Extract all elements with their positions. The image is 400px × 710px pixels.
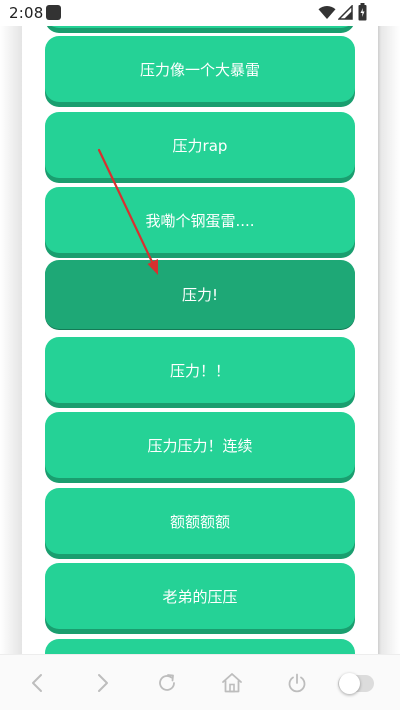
- home-button[interactable]: [216, 667, 248, 699]
- sound-button-list: 压力像一个大暴雷 压力rap 我嘞个钢蛋雷.... 压力! 压力！！ 压力压力！…: [22, 26, 381, 654]
- refresh-icon: [159, 674, 175, 691]
- home-icon: [222, 673, 242, 693]
- sound-button-7[interactable]: 额额额额: [45, 488, 355, 554]
- content-area[interactable]: 压力像一个大暴雷 压力rap 我嘞个钢蛋雷.... 压力! 压力！！ 压力压力！…: [0, 26, 400, 654]
- sound-button-5[interactable]: 压力！！: [45, 337, 355, 403]
- wifi-icon: [318, 6, 336, 19]
- sound-button-8[interactable]: 老弟的压压: [45, 563, 355, 629]
- status-bar: 2:08: [0, 0, 400, 26]
- sound-button-label: 压力rap: [172, 136, 228, 155]
- sound-button-1[interactable]: 压力像一个大暴雷: [45, 36, 355, 102]
- sound-button-2[interactable]: 压力rap: [45, 112, 355, 178]
- sound-button-label: 压力!: [181, 286, 218, 304]
- forward-button[interactable]: [86, 667, 118, 699]
- power-button[interactable]: [281, 667, 313, 699]
- sound-button-9-partial[interactable]: [45, 639, 355, 654]
- back-button[interactable]: [22, 667, 54, 699]
- battery-icon: [358, 3, 367, 21]
- notification-icon: [46, 5, 61, 20]
- browser-bottom-bar: [0, 654, 400, 710]
- sound-button-label: 老弟的压压: [162, 587, 238, 606]
- sound-button-4-pressed[interactable]: 压力!: [45, 260, 355, 329]
- phone-screen: 2:08 压力像一个大暴雷 压力rap 我嘞个钢蛋雷.... 压力! 压力！！ …: [0, 0, 400, 710]
- sound-button-label: 我嘞个钢蛋雷....: [145, 211, 255, 230]
- sound-button-label: 压力！！: [169, 361, 230, 380]
- partial-sound-button[interactable]: [45, 26, 355, 28]
- power-icon: [288, 673, 306, 693]
- forward-icon: [98, 674, 108, 692]
- refresh-button[interactable]: [151, 667, 183, 699]
- status-time: 2:08: [9, 4, 44, 22]
- back-icon: [32, 674, 42, 692]
- sound-button-label: 压力像一个大暴雷: [139, 60, 260, 79]
- sound-button-label: 压力压力！连续: [147, 436, 253, 455]
- sound-button-6[interactable]: 压力压力！连续: [45, 412, 355, 478]
- toggle-switch[interactable]: [338, 673, 374, 694]
- sound-button-label: 额额额额: [169, 512, 230, 531]
- sound-button-3[interactable]: 我嘞个钢蛋雷....: [45, 187, 355, 253]
- toggle-knob: [339, 673, 360, 694]
- signal-icon: [338, 5, 353, 20]
